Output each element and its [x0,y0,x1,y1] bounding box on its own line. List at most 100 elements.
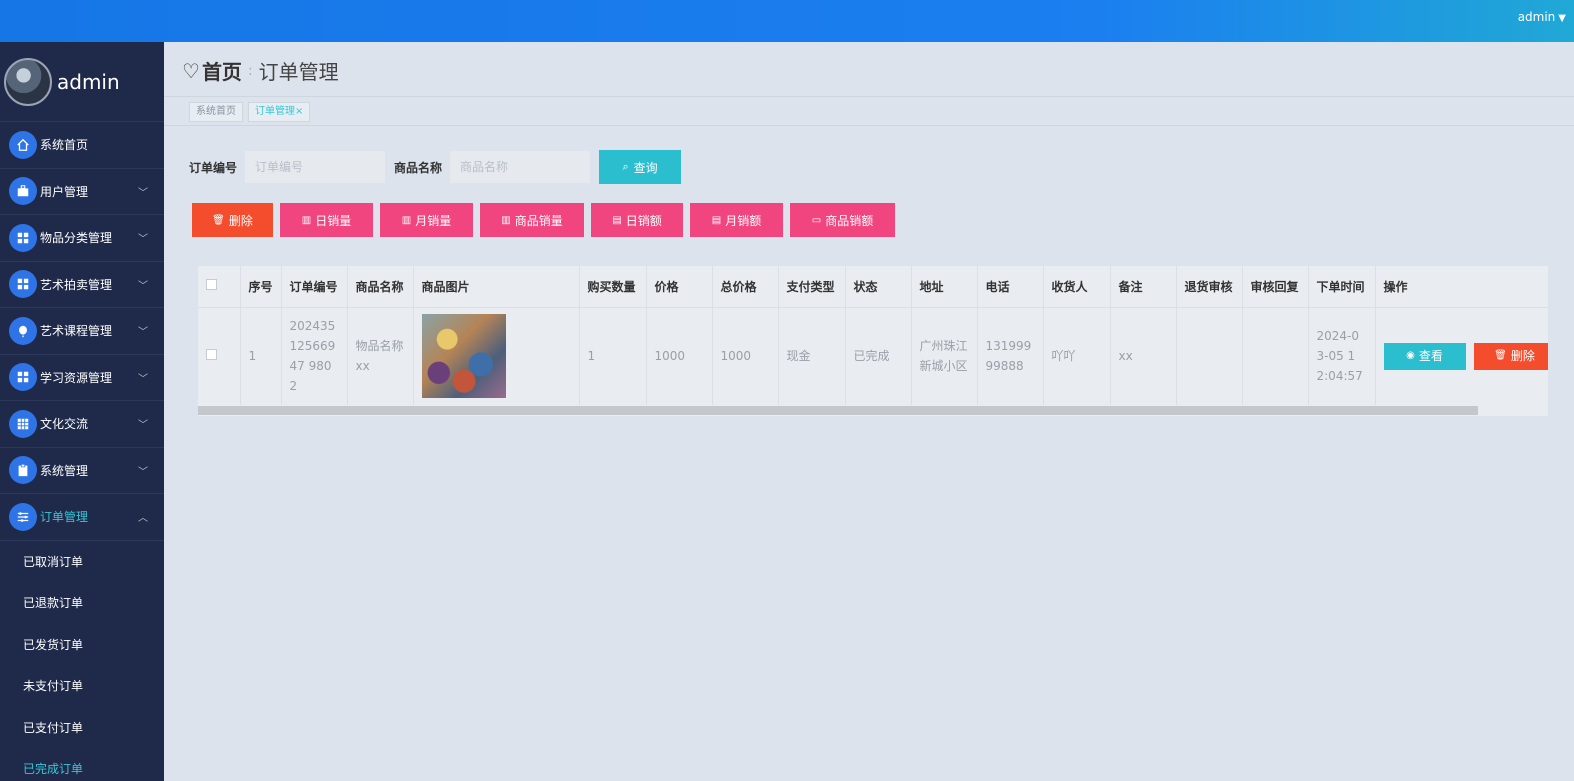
product-amount-button[interactable]: ▭ 商品销额 [790,203,895,237]
sidebar-item-orders[interactable]: 订单管理 ︿ [0,494,164,541]
sidebar-item-label: 文化交流 [40,417,89,432]
sidebar-item-users[interactable]: 用户管理 ﹀ [0,169,164,215]
sidebar-item-label: 艺术课程管理 [40,324,113,339]
trash-icon: 🗑︎ [212,214,225,226]
cell-price: 1000 [646,307,713,405]
chevron-up-icon: ︿ [138,513,148,524]
column-header: 审核回复 [1242,266,1309,308]
tags-bar: 系统首页 订单管理× [164,96,1574,126]
chevron-down-icon: ﹀ [138,466,148,478]
product-volume-button[interactable]: ▥ 商品销量 [480,203,584,237]
row-delete-button[interactable]: 🗑︎ 删除 [1473,342,1548,370]
row-select-cell [198,307,241,405]
column-header: 地址 [911,266,978,308]
delete-button-label: 删除 [228,213,253,228]
search-form: 订单编号 商品名称 ⌕ 查询 [189,150,682,184]
tag-orders[interactable]: 订单管理× [248,102,311,122]
breadcrumb: ♡ 首页 : 订单管理 [182,56,339,85]
close-icon[interactable]: × [295,106,303,117]
chevron-down-icon: ﹀ [138,327,148,338]
cell-address: 广州珠江新城小区 [911,307,978,405]
sidebar-subitem-shipped-orders[interactable]: 已发货订单 [0,624,164,666]
sidebar-item-label: 物品分类管理 [40,231,113,246]
sidebar-item-item-category[interactable]: 物品分类管理 ﹀ [0,215,164,262]
chevron-down-icon: ﹀ [138,234,148,245]
product-name-input[interactable] [450,151,591,183]
cell-review-reply [1242,307,1309,405]
column-header: 收货人 [1043,266,1111,308]
cell-status: 已完成 [845,307,912,405]
product-amount-label: 商品销额 [825,213,874,228]
sidebar-item-learning-resources[interactable]: 学习资源管理 ﹀ [0,355,164,401]
cell-phone: 13199999888 [977,307,1044,405]
tag-home[interactable]: 系统首页 [189,102,243,122]
cell-order-time: 2024-03-05 12:04:57 [1308,307,1376,405]
cell-order-no: 20243512566947 9802 [281,307,348,405]
chevron-down-icon: ﹀ [138,420,148,431]
chevron-down-icon: ﹀ [138,280,148,292]
sidebar-subitem-paid-orders[interactable]: 已支付订单 [0,707,164,749]
monthly-amount-button[interactable]: ▤ 月销额 [690,203,783,237]
breadcrumb-home[interactable]: 首页 [202,56,242,85]
monthly-amount-label: 月销额 [725,213,762,228]
select-all-cell [198,266,241,308]
sidebar-item-label: 用户管理 [40,184,89,199]
cell-receiver: 吖吖 [1043,307,1111,405]
clipboard-icon [9,456,37,485]
sidebar-item-system[interactable]: 系统管理 ﹀ [0,448,164,494]
product-image[interactable] [421,314,506,399]
sidebar-item-label: 系统首页 [40,138,89,153]
money-icon: ▭ [811,214,822,226]
row-delete-label: 删除 [1510,349,1535,364]
bar-chart-icon: ▥ [301,214,312,226]
sidebar-subitem-unpaid-orders[interactable]: 未支付订单 [0,665,164,707]
sidebar-subitem-completed-orders[interactable]: 已完成订单 [0,748,164,781]
view-button[interactable]: ◉ 查看 [1383,342,1466,370]
sidebar-subitem-refunded-orders[interactable]: 已退款订单 [0,582,164,624]
sidebar-item-label: 艺术拍卖管理 [40,277,113,292]
monthly-volume-button[interactable]: ▥ 月销量 [380,203,473,237]
cell-index: 1 [240,307,282,405]
chevron-down-icon: ﹀ [138,373,148,385]
column-header: 商品名称 [347,266,414,308]
column-header: 电话 [977,266,1044,308]
main-content: ♡ 首页 : 订单管理 系统首页 订单管理× 订单编号 商品名称 ⌕ 查询 🗑︎… [164,42,1574,781]
query-button-label: 查询 [633,160,658,175]
product-volume-label: 商品销量 [514,213,563,228]
cell-product-name: 物品名称xx [347,307,414,405]
column-header: 支付类型 [778,266,846,308]
bar-chart-icon: ▥ [501,214,511,226]
user-menu[interactable]: admin ▼ [1518,10,1566,24]
sidebar-item-home[interactable]: 系统首页 [0,122,164,169]
sidebar-item-culture-exchange[interactable]: 文化交流 ﹀ [0,401,164,448]
briefcase-icon [9,177,37,206]
cell-total: 1000 [712,307,779,405]
sidebar: admin 系统首页 用户管理 ﹀ 物品分类管理 ﹀ 艺术拍卖管理 ﹀ 艺术课程… [0,42,164,781]
daily-volume-button[interactable]: ▥ 日销量 [280,203,373,237]
sidebar-item-label: 系统管理 [40,463,89,478]
action-toolbar: 🗑︎ 删除 ▥ 日销量 ▥ 月销量 ▥ 商品销量 ▤ 日销额 ▤ 月销额 ▭ 商品销额 [192,203,902,237]
query-button[interactable]: ⌕ 查询 [599,150,682,184]
monthly-volume-label: 月销量 [415,213,452,228]
horizontal-scrollbar[interactable] [198,406,1478,415]
orders-table: 序号 订单编号 商品名称 商品图片 购买数量 价格 总价格 支付类型 状态 地址… [198,266,1548,416]
sidebar-item-art-course[interactable]: 艺术课程管理 ﹀ [0,308,164,355]
cell-pay-type: 现金 [778,307,846,405]
user-menu-label: admin [1517,10,1556,24]
delete-button[interactable]: 🗑︎ 删除 [192,203,273,237]
column-header: 下单时间 [1308,266,1376,308]
row-checkbox[interactable] [206,349,217,361]
column-header: 总价格 [712,266,779,308]
sidebar-subitem-cancelled-orders[interactable]: 已取消订单 [0,541,164,583]
product-name-label: 商品名称 [394,160,443,175]
column-header: 商品图片 [413,266,580,308]
order-no-input[interactable] [245,151,386,183]
cell-remark: xx [1110,307,1177,405]
sidebar-item-art-auction[interactable]: 艺术拍卖管理 ﹀ [0,262,164,308]
sidebar-username: admin [57,69,120,94]
daily-amount-button[interactable]: ▤ 日销额 [591,203,683,237]
grid-icon [9,270,37,299]
column-header: 状态 [845,266,912,308]
chevron-down-icon: ▼ [1558,13,1566,24]
select-all-checkbox[interactable] [206,279,217,291]
